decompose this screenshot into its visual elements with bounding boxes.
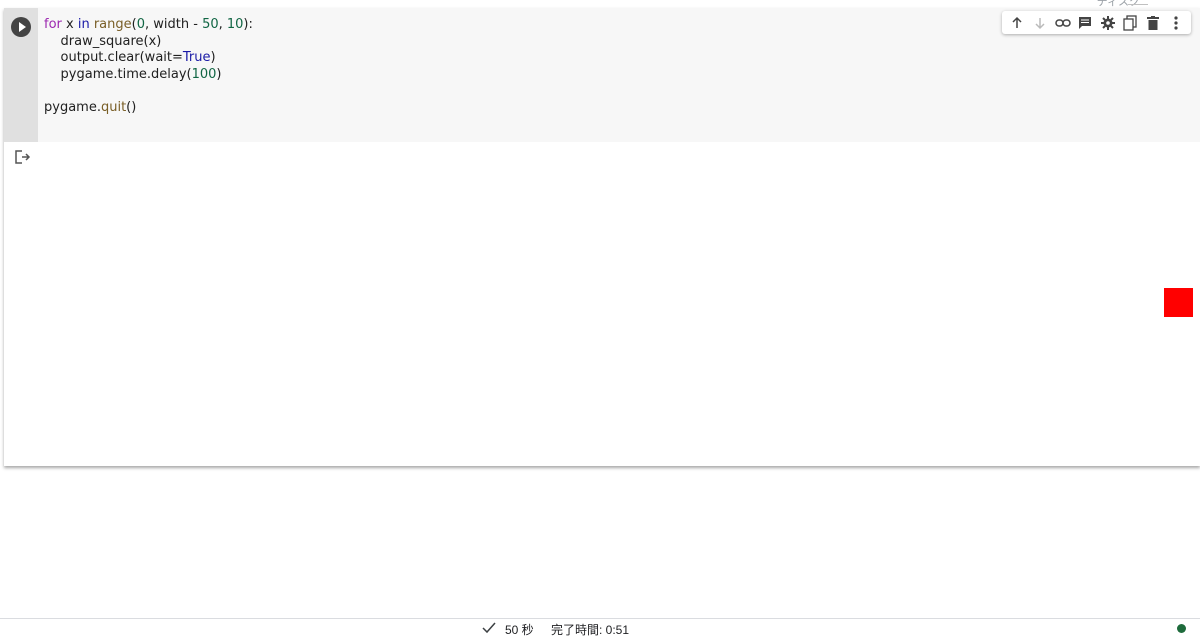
top-strip: ディスク (0, 0, 1200, 8)
code-token: , (218, 17, 227, 32)
run-cell-button[interactable] (11, 17, 31, 37)
arrow-down-icon[interactable] (1031, 14, 1049, 32)
function-quit: quit (100, 99, 127, 115)
check-icon (482, 622, 496, 634)
mirror-cell-icon[interactable] (1121, 14, 1139, 32)
status-bar: 50 秒 完了時間: 0:51 (0, 618, 1200, 638)
code-token: x (61, 17, 78, 32)
code-token: pygame.time.delay( (44, 66, 192, 82)
connection-status-indicator[interactable] (1177, 624, 1186, 633)
code-token: ) (216, 66, 222, 82)
completion-time: 完了時間: 0:51 (551, 623, 630, 637)
arrow-up-icon[interactable] (1008, 14, 1026, 32)
gear-icon[interactable] (1099, 14, 1117, 32)
code-token: ): (243, 17, 253, 32)
disk-usage-bar (1128, 4, 1148, 5)
execution-duration: 50 秒 (505, 623, 534, 637)
code-token: , width - (145, 17, 203, 32)
code-cell[interactable]: for x in range(0, width - 50, 10): draw_… (4, 8, 1200, 466)
number-literal: 50 (202, 17, 219, 32)
number-literal: 100 (191, 66, 217, 82)
code-line: draw_square(x) (44, 33, 162, 49)
code-token: pygame. (44, 99, 101, 115)
output-exit-icon[interactable] (15, 150, 31, 164)
cell-gutter (4, 8, 38, 142)
pygame-red-square (1164, 288, 1193, 317)
code-text[interactable]: for x in range(0, width - 50, 10): draw_… (44, 17, 253, 116)
cell-output (4, 142, 1200, 466)
comment-icon[interactable] (1076, 14, 1094, 32)
more-vert-icon[interactable] (1167, 14, 1185, 32)
trash-icon[interactable] (1144, 14, 1162, 32)
code-editor[interactable]: for x in range(0, width - 50, 10): draw_… (4, 8, 1200, 142)
code-token: () (126, 99, 137, 115)
cell-toolbar (1002, 11, 1191, 34)
number-literal: 10 (226, 17, 244, 32)
number-literal: 0 (136, 17, 145, 32)
code-token: ) (210, 50, 216, 65)
keyword-true: True (182, 50, 211, 65)
keyword-for: for (44, 17, 62, 32)
keyword-in: in (77, 17, 90, 32)
builtin-range: range (89, 17, 132, 32)
code-token: output.clear(wait= (44, 50, 183, 65)
link-icon[interactable] (1054, 14, 1072, 32)
